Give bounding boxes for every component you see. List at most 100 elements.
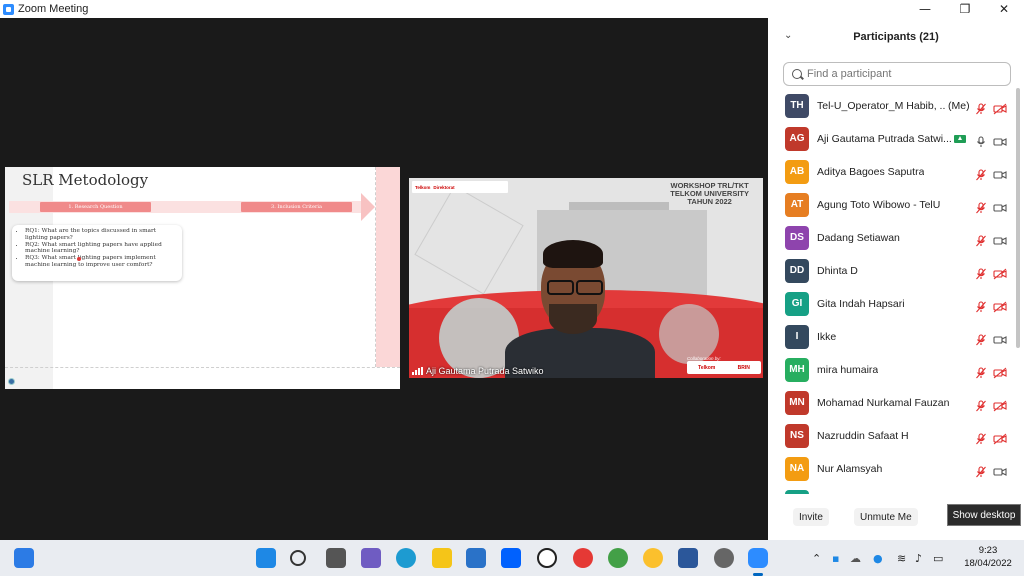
edge-icon[interactable] (396, 548, 416, 568)
video-name-label: Aji Gautama Putrada Satwiko (409, 364, 544, 378)
participant-row[interactable] (768, 485, 1016, 494)
participant-row[interactable]: AB Aditya Bagoes Saputra (768, 155, 1016, 188)
dropbox-icon[interactable] (501, 548, 521, 568)
mic-muted-icon[interactable] (975, 232, 987, 247)
participant-name: Dadang Setiawan (817, 231, 900, 244)
mic-muted-icon[interactable] (975, 166, 987, 181)
screen-share-icon (954, 135, 966, 143)
meeting-view: SLR Metodology 1. Research Question 3. I… (0, 18, 768, 540)
video-icon[interactable] (993, 232, 1007, 245)
participant-name: Nur Alamsyah (817, 462, 883, 475)
wifi-icon[interactable]: ≋ (897, 552, 906, 565)
participant-avatar: NA (785, 456, 809, 481)
titlebar-spacer (768, 0, 905, 18)
widgets-icon[interactable] (14, 548, 34, 568)
participant-row[interactable]: TH Tel-U_Operator_M Habib, ... (Me) (768, 89, 1016, 122)
mic-muted-icon[interactable] (975, 199, 987, 214)
participant-avatar: NS (785, 423, 809, 448)
mic-muted-icon[interactable] (975, 331, 987, 346)
battery-icon[interactable]: ▭ (933, 552, 943, 565)
task-view-icon[interactable] (326, 548, 346, 568)
video-icon[interactable] (993, 199, 1007, 212)
mic-muted-icon[interactable] (975, 100, 987, 115)
search-icon[interactable] (290, 550, 306, 566)
chrome-icon[interactable] (608, 548, 628, 568)
speaker-hair (543, 240, 603, 268)
taskbar-clock[interactable]: 9:23 18/04/2022 (958, 544, 1018, 570)
start-icon[interactable] (256, 548, 276, 568)
mic-muted-icon[interactable] (975, 298, 987, 313)
video-icon[interactable] (993, 331, 1007, 344)
tray-app-icon[interactable]: ▪ (832, 552, 839, 565)
file-explorer-icon[interactable] (432, 548, 452, 568)
participant-name: Nazruddin Safaat H (817, 429, 909, 442)
invite-button[interactable]: Invite (793, 508, 829, 526)
participant-name: mira humaira (817, 363, 879, 376)
participants-panel: ⌄ Participants (21) THTel-U_Operator_M H… (768, 18, 1024, 540)
windows-taskbar: ⌃ ▪ ☁ ● ≋ ♪ ▭ 9:23 18/04/2022 (0, 540, 1024, 576)
tray-overflow-icon[interactable]: ⌃ (812, 552, 821, 565)
zoom-icon[interactable] (748, 548, 768, 568)
microphone-icon[interactable]: ● (873, 552, 883, 565)
video-icon[interactable] (993, 133, 1007, 146)
video-off-icon[interactable] (993, 364, 1007, 379)
mic-muted-icon[interactable] (975, 430, 987, 445)
video-icon[interactable] (993, 166, 1007, 179)
chat-icon[interactable] (361, 548, 381, 568)
word-icon[interactable] (678, 548, 698, 568)
close-button[interactable]: ✕ (984, 0, 1024, 18)
video-off-icon[interactable] (993, 265, 1007, 280)
participant-name: Mohamad Nurkamal Fauzan (817, 396, 950, 409)
zoom-app-icon (3, 3, 14, 15)
participant-avatar: AB (785, 159, 809, 184)
collab-logos: Telkom BRIN (687, 361, 761, 374)
mic-muted-icon[interactable] (975, 463, 987, 478)
participant-name: Dhinta D (817, 264, 858, 277)
settings-icon[interactable] (714, 548, 734, 568)
onedrive-icon[interactable]: ☁ (850, 552, 861, 565)
video-icon[interactable] (993, 463, 1007, 476)
chrome-icon[interactable] (643, 548, 663, 568)
video-off-icon[interactable] (993, 298, 1007, 313)
video-off-icon[interactable] (993, 100, 1007, 115)
desktop-screen: Zoom Meeting — ❐ ✕ SLR Metodology 1. Res… (0, 0, 1024, 576)
mic-muted-icon[interactable] (975, 397, 987, 412)
participant-avatar: TH (785, 93, 809, 118)
participant-search[interactable] (783, 62, 1011, 86)
mic-icon[interactable] (975, 133, 987, 147)
participant-row[interactable]: GI Gita Indah Hapsari (768, 287, 1016, 320)
participant-name: Ikke (817, 330, 837, 343)
participant-row[interactable]: MH mira humaira (768, 353, 1016, 386)
video-off-icon[interactable] (993, 397, 1007, 412)
participant-list-scrollbar[interactable] (1015, 86, 1021, 494)
minimize-button[interactable]: — (905, 0, 945, 18)
participant-row[interactable]: AT Agung Toto Wibowo - TelU (768, 188, 1016, 221)
scrollbar-thumb[interactable] (1016, 88, 1020, 348)
participant-row[interactable]: NA Nur Alamsyah (768, 452, 1016, 485)
video-off-icon[interactable] (993, 430, 1007, 445)
workshop-title: WORKSHOP TRL/TKT TELKOM UNIVERSITY TAHUN… (670, 182, 749, 206)
mail-icon[interactable] (466, 548, 486, 568)
mic-muted-icon[interactable] (975, 265, 987, 280)
participant-row[interactable]: DD Dhinta D (768, 254, 1016, 287)
participant-row[interactable]: NS Nazruddin Safaat H (768, 419, 1016, 452)
participant-row[interactable]: I Ikke (768, 320, 1016, 353)
volume-icon[interactable]: ♪ (915, 552, 922, 565)
github-icon[interactable] (537, 548, 557, 568)
participant-row[interactable]: DS Dadang Setiawan (768, 221, 1016, 254)
participant-row[interactable]: MN Mohamad Nurkamal Fauzan (768, 386, 1016, 419)
mic-muted-icon[interactable] (975, 364, 987, 379)
participant-list[interactable]: TH Tel-U_Operator_M Habib, ... (Me) AG Aji G… (768, 89, 1016, 494)
slide-questions-box: RQ1: What are the topics discussed in sm… (12, 225, 182, 281)
unmute-me-button[interactable]: Unmute Me (854, 508, 918, 526)
participants-title: Participants (21) (853, 31, 939, 43)
chrome-icon[interactable] (573, 548, 593, 568)
participant-name: Gita Indah Hapsari (817, 297, 905, 310)
participant-name: Aji Gautama Putrada Satwi... (817, 132, 952, 145)
participant-row[interactable]: AG Aji Gautama Putrada Satwi... (768, 122, 1016, 155)
shared-slide[interactable]: SLR Metodology 1. Research Question 3. I… (5, 167, 400, 389)
participant-video-tile[interactable]: Telkom Direktorat WORKSHOP TRL/TKT TELKO… (409, 178, 763, 378)
maximize-button[interactable]: ❐ (945, 0, 985, 18)
slide-question: RQ1: What are the topics discussed in sm… (25, 228, 178, 242)
participant-search-input[interactable] (807, 68, 997, 80)
